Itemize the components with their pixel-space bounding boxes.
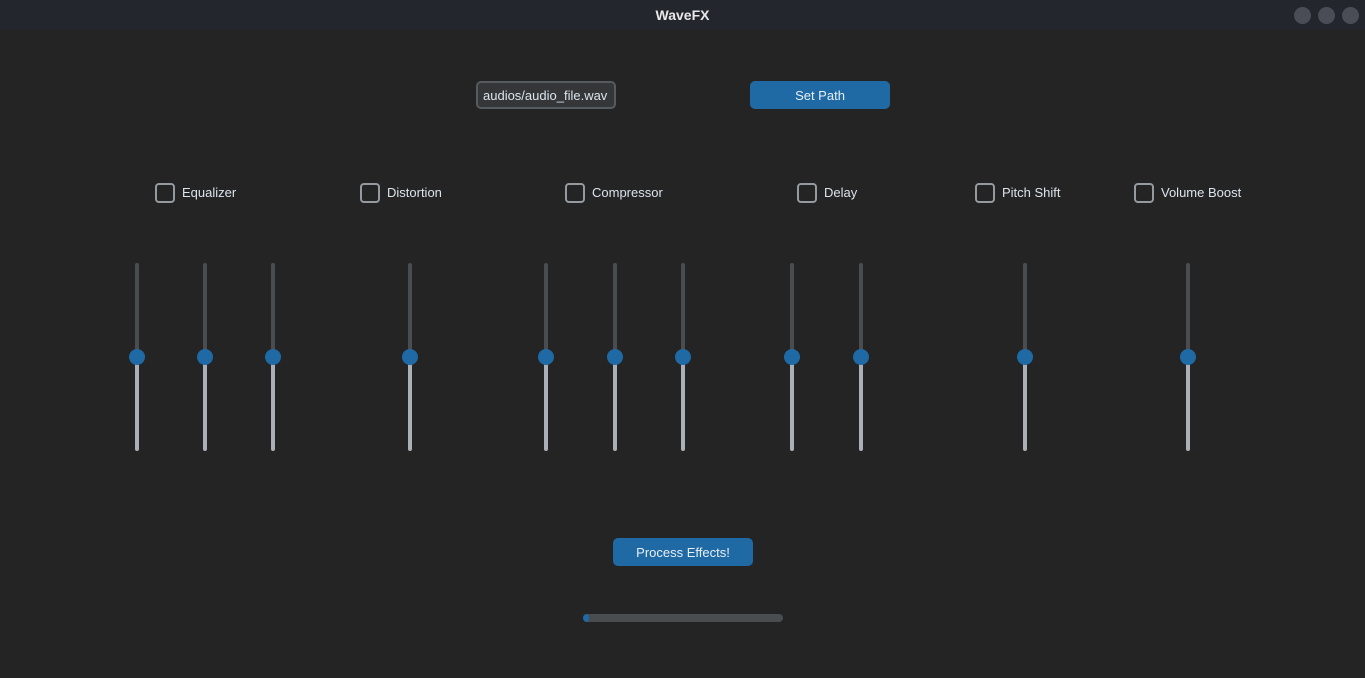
checkbox-label: Equalizer [182,185,237,200]
checkbox-box[interactable] [360,182,380,203]
slider-knob[interactable] [784,349,800,365]
slider-track-filled[interactable] [1186,357,1190,451]
title-bar[interactable]: WaveFX [0,0,1365,30]
slider-knob[interactable] [197,349,213,365]
checkbox-delay[interactable]: Delay [797,180,857,205]
checkbox-volume-boost[interactable]: Volume Boost [1134,180,1241,205]
slider-knob[interactable] [129,349,145,365]
slider-track-filled[interactable] [271,357,275,451]
window-title: WaveFX [655,7,710,23]
checkbox-compressor[interactable]: Compressor [565,180,663,205]
set-path-button[interactable]: Set Path [750,81,890,109]
maximize-button[interactable] [1318,7,1335,24]
slider-track[interactable] [859,263,863,357]
slider-track[interactable] [790,263,794,357]
slider-track[interactable] [613,263,617,357]
slider-knob[interactable] [538,349,554,365]
path-input[interactable] [476,81,616,109]
progress-bar [583,614,783,622]
equalizer-slider-3[interactable] [265,263,281,451]
checkbox-box[interactable] [565,182,585,203]
checkbox-box[interactable] [975,182,995,203]
equalizer-slider-1[interactable] [129,263,145,451]
minimize-button[interactable] [1294,7,1311,24]
compressor-slider-3[interactable] [675,263,691,451]
checkbox-label: Compressor [592,185,663,200]
slider-knob[interactable] [265,349,281,365]
volume-boost-slider[interactable] [1180,263,1196,451]
compressor-slider-1[interactable] [538,263,554,451]
progress-fill [583,614,589,622]
slider-track-filled[interactable] [790,357,794,451]
slider-knob[interactable] [402,349,418,365]
checkbox-distortion[interactable]: Distortion [360,180,442,205]
slider-knob[interactable] [853,349,869,365]
delay-slider-2[interactable] [853,263,869,451]
checkbox-label: Delay [824,185,858,200]
checkbox-label: Distortion [387,185,442,200]
slider-track-filled[interactable] [1023,357,1027,451]
slider-track[interactable] [681,263,685,357]
distortion-slider[interactable] [402,263,418,451]
slider-knob[interactable] [675,349,691,365]
checkbox-label: Volume Boost [1161,185,1242,200]
slider-track-filled[interactable] [544,357,548,451]
checkbox-label: Pitch Shift [1002,185,1061,200]
delay-slider-1[interactable] [784,263,800,451]
slider-track-filled[interactable] [408,357,412,451]
compressor-slider-2[interactable] [607,263,623,451]
slider-knob[interactable] [1017,349,1033,365]
equalizer-slider-2[interactable] [197,263,213,451]
slider-knob[interactable] [607,349,623,365]
slider-knob[interactable] [1180,349,1196,365]
slider-track-filled[interactable] [203,357,207,451]
checkbox-box[interactable] [797,182,817,203]
slider-track-filled[interactable] [135,357,139,451]
slider-track-filled[interactable] [613,357,617,451]
pitch-shift-slider[interactable] [1017,263,1033,451]
slider-track[interactable] [408,263,412,357]
close-button[interactable] [1342,7,1359,24]
slider-track[interactable] [544,263,548,357]
process-effects-button[interactable]: Process Effects! [613,538,753,566]
app-window: WaveFX Set Path Equalizer Distortion Com… [0,0,1365,678]
checkbox-equalizer[interactable]: Equalizer [155,180,236,205]
checkbox-box[interactable] [1134,182,1154,203]
slider-track[interactable] [1023,263,1027,357]
checkbox-pitch-shift[interactable]: Pitch Shift [975,180,1061,205]
slider-track[interactable] [1186,263,1190,357]
slider-track-filled[interactable] [681,357,685,451]
slider-track[interactable] [135,263,139,357]
slider-track-filled[interactable] [859,357,863,451]
checkbox-box[interactable] [155,182,175,203]
slider-track[interactable] [203,263,207,357]
slider-track[interactable] [271,263,275,357]
